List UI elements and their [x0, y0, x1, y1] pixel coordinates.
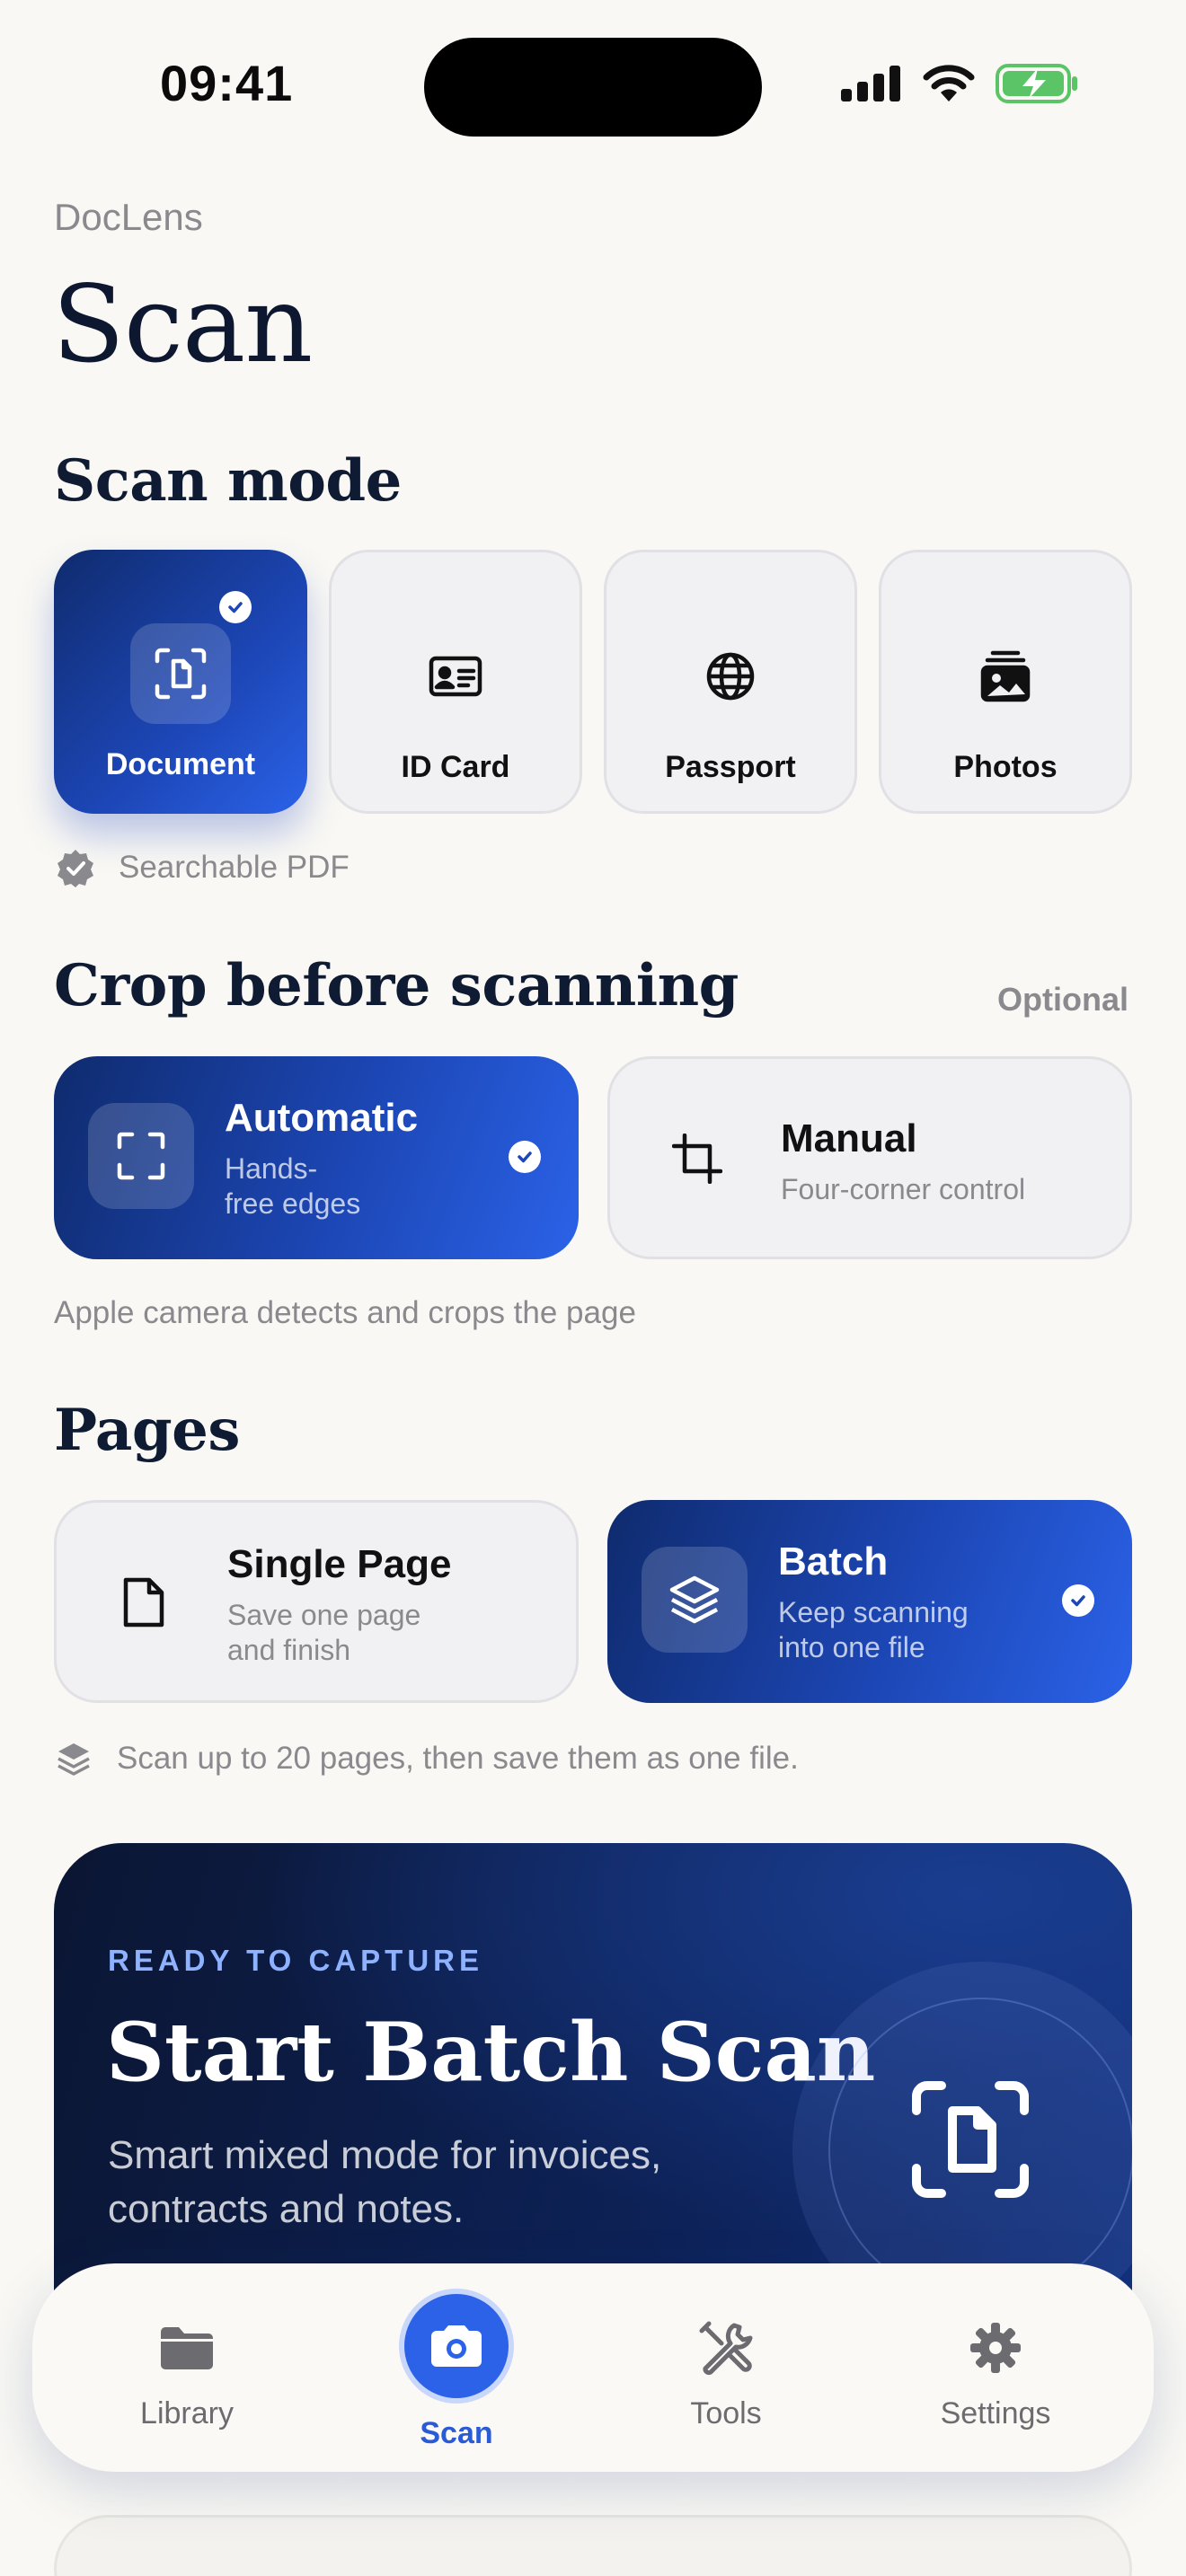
document-scan-icon — [912, 2081, 1029, 2198]
tab-settings[interactable]: Settings — [861, 2263, 1130, 2472]
selected-check-icon — [509, 1141, 541, 1173]
option-subtitle: free edges — [225, 1187, 361, 1220]
section-title-scan-mode: Scan mode — [54, 447, 402, 515]
crop-icon — [644, 1106, 750, 1212]
battery-charging-icon — [996, 64, 1077, 103]
photos-icon — [955, 626, 1056, 727]
selected-check-icon — [1062, 1584, 1094, 1617]
scan-mode-label: Document — [105, 747, 256, 781]
status-time: 09:41 — [160, 55, 294, 111]
verified-badge-icon — [58, 850, 93, 887]
tab-label: Library — [140, 2396, 234, 2430]
scan-mode-hint: Searchable PDF — [119, 850, 350, 885]
id-card-icon — [405, 626, 506, 727]
option-subtitle: Hands- — [225, 1152, 318, 1185]
hero-subtitle: Smart mixed mode for invoices, contracts… — [108, 2133, 662, 2231]
pages-hint: Scan up to 20 pages, then save them as o… — [117, 1741, 799, 1776]
pages-option-single[interactable]: Single Page Save one page and finish — [54, 1500, 579, 1703]
document-scan-icon — [130, 623, 231, 724]
app-brand: DocLens — [54, 196, 203, 238]
page-title: Scan — [52, 262, 313, 386]
crop-option-automatic[interactable]: Automatic Hands- free edges — [54, 1056, 579, 1259]
crop-hint: Apple camera detects and crops the page — [54, 1295, 636, 1330]
option-subtitle: and finish — [227, 1634, 350, 1666]
layers-icon — [58, 1743, 90, 1776]
option-subtitle: into one file — [778, 1631, 925, 1663]
hero-eyebrow: READY TO CAPTURE — [108, 1944, 483, 1977]
scan-mode-photos[interactable]: Photos — [879, 550, 1132, 814]
option-title: Batch — [778, 1539, 889, 1584]
option-title: Manual — [781, 1116, 917, 1160]
tab-label: Settings — [940, 2396, 1051, 2430]
option-subtitle: Four-corner control — [781, 1173, 1026, 1205]
tab-label: Scan — [420, 2416, 493, 2450]
single-page-icon — [91, 1549, 197, 1655]
pages-option-batch[interactable]: Batch Keep scanning into one file — [607, 1500, 1132, 1703]
scan-mode-label: Photos — [953, 750, 1058, 784]
globe-icon — [680, 626, 781, 727]
folder-icon — [159, 2319, 215, 2377]
optional-badge: Optional — [997, 981, 1128, 1018]
scan-mode-id-card[interactable]: ID Card — [329, 550, 582, 814]
next-card — [54, 2515, 1132, 2576]
dynamic-island — [424, 38, 762, 137]
layers-icon — [642, 1547, 748, 1653]
auto-crop-icon — [88, 1103, 194, 1209]
tab-tools[interactable]: Tools — [591, 2263, 861, 2472]
status-icons — [841, 63, 1080, 104]
option-subtitle: Keep scanning — [778, 1596, 969, 1628]
camera-icon — [399, 2289, 514, 2404]
crop-option-manual[interactable]: Manual Four-corner control — [607, 1056, 1132, 1259]
cellular-signal-icon — [841, 66, 900, 101]
hero-title: Start Batch Scan — [106, 2005, 876, 2100]
option-title: Single Page — [227, 1542, 452, 1586]
tab-scan[interactable]: Scan — [322, 2263, 591, 2472]
tools-icon — [698, 2319, 754, 2377]
tab-label: Tools — [690, 2396, 762, 2430]
gear-icon — [969, 2319, 1022, 2377]
selected-check-icon — [219, 591, 252, 623]
option-title: Automatic — [225, 1096, 419, 1140]
section-title-pages: Pages — [54, 1397, 240, 1464]
tab-library[interactable]: Library — [52, 2263, 322, 2472]
tab-bar: Library Scan Tools Settings — [32, 2263, 1154, 2472]
option-subtitle: Save one page — [227, 1599, 421, 1631]
wifi-icon — [923, 65, 975, 101]
scan-mode-label: Passport — [665, 750, 796, 784]
scan-mode-label: ID Card — [401, 750, 510, 784]
section-title-crop: Crop before scanning — [54, 952, 739, 1019]
scan-mode-passport[interactable]: Passport — [604, 550, 857, 814]
scan-mode-document[interactable]: Document — [54, 550, 307, 814]
